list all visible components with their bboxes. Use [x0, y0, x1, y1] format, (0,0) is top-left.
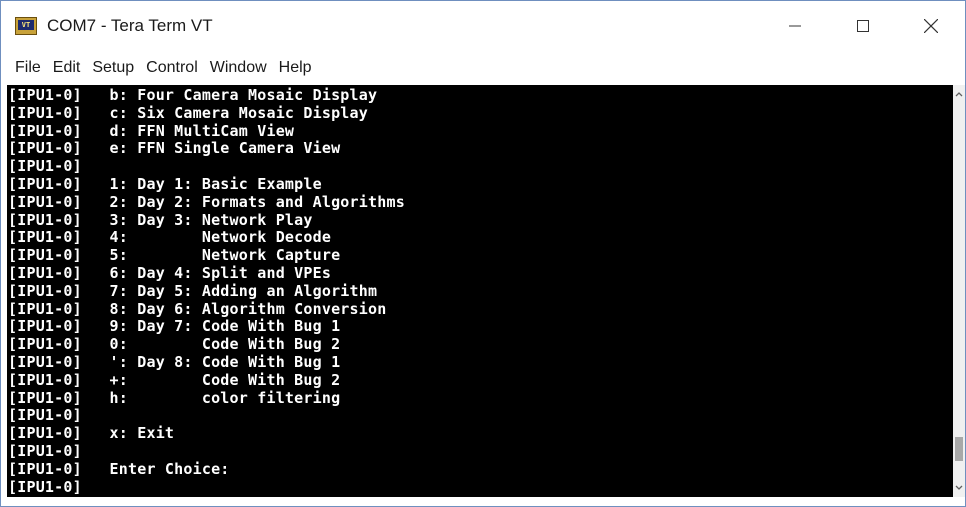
teraterm-app-icon[interactable]: VT — [15, 17, 37, 35]
terminal-line: [IPU1-0] 7: Day 5: Adding an Algorithm — [8, 281, 378, 300]
terminal-line: [IPU1-0] 1: Day 1: Basic Example — [8, 174, 322, 193]
window-title: COM7 - Tera Term VT — [47, 16, 213, 35]
terminal-line: [IPU1-0] 8: Day 6: Algorithm Conversion — [8, 299, 387, 318]
maximize-button[interactable] — [829, 1, 897, 51]
terminal-line: [IPU1-0] d: FFN MultiCam View — [8, 121, 295, 140]
terminal-line: [IPU1-0] c: Six Camera Mosaic Display — [8, 103, 368, 122]
terminal-line: [IPU1-0] 9: Day 7: Code With Bug 1 — [8, 317, 341, 336]
title-bar[interactable]: VT COM7 - Tera Term VT — [1, 1, 965, 51]
close-icon — [924, 19, 938, 33]
menu-bar: File Edit Setup Control Window Help — [1, 51, 965, 85]
menu-window[interactable]: Window — [204, 55, 273, 81]
menu-control[interactable]: Control — [140, 55, 204, 81]
terminal-line: [IPU1-0] 5: Network Capture — [8, 246, 341, 265]
minimize-icon — [789, 25, 801, 27]
close-button[interactable] — [897, 1, 965, 51]
terminal-line: [IPU1-0] 3: Day 3: Network Play — [8, 210, 313, 229]
terminal-line: [IPU1-0] x: Exit — [8, 424, 175, 443]
app-icon-label: VT — [18, 20, 34, 30]
terminal-screen[interactable]: [IPU1-0] b: Four Camera Mosaic Display [… — [7, 85, 953, 497]
scrollbar-thumb[interactable] — [955, 437, 963, 462]
vertical-scrollbar[interactable] — [953, 85, 965, 497]
terminal-line: [IPU1-0] Enter Choice: — [8, 459, 230, 478]
window-controls — [761, 1, 965, 51]
menu-setup[interactable]: Setup — [86, 55, 140, 81]
teraterm-window: VT COM7 - Tera Term VT File Edit Setup C… — [0, 0, 966, 507]
terminal-line: [IPU1-0] — [8, 406, 82, 425]
scroll-down-button[interactable] — [953, 481, 965, 495]
window-bottom-border — [1, 497, 965, 506]
terminal-line: [IPU1-0] 0: Code With Bug 2 — [8, 335, 341, 354]
terminal-line: [IPU1-0] ': Day 8: Code With Bug 1 — [8, 352, 341, 371]
terminal-line: [IPU1-0] — [8, 157, 82, 176]
terminal-line: [IPU1-0] 6: Day 4: Split and VPEs — [8, 263, 332, 282]
scroll-down-arrow-icon — [955, 485, 963, 490]
terminal-output: [IPU1-0] b: Four Camera Mosaic Display [… — [7, 85, 953, 496]
terminal-line: [IPU1-0] 2: Day 2: Formats and Algorithm… — [8, 192, 405, 211]
terminal-line: [IPU1-0] b: Four Camera Mosaic Display — [8, 86, 378, 104]
terminal-line: [IPU1-0] h: color filtering — [8, 388, 341, 407]
terminal-line: [IPU1-0] e: FFN Single Camera View — [8, 139, 341, 158]
terminal-line: [IPU1-0] — [8, 477, 82, 496]
terminal-line: [IPU1-0] 4: Network Decode — [8, 228, 332, 247]
menu-help[interactable]: Help — [273, 55, 318, 81]
menu-file[interactable]: File — [9, 55, 47, 81]
minimize-button[interactable] — [761, 1, 829, 51]
terminal-line: [IPU1-0] +: Code With Bug 2 — [8, 370, 341, 389]
terminal-line: [IPU1-0] — [8, 441, 82, 460]
menu-edit[interactable]: Edit — [47, 55, 87, 81]
scroll-up-button[interactable] — [953, 87, 965, 101]
maximize-icon — [857, 20, 869, 32]
scroll-up-arrow-icon — [955, 92, 963, 97]
